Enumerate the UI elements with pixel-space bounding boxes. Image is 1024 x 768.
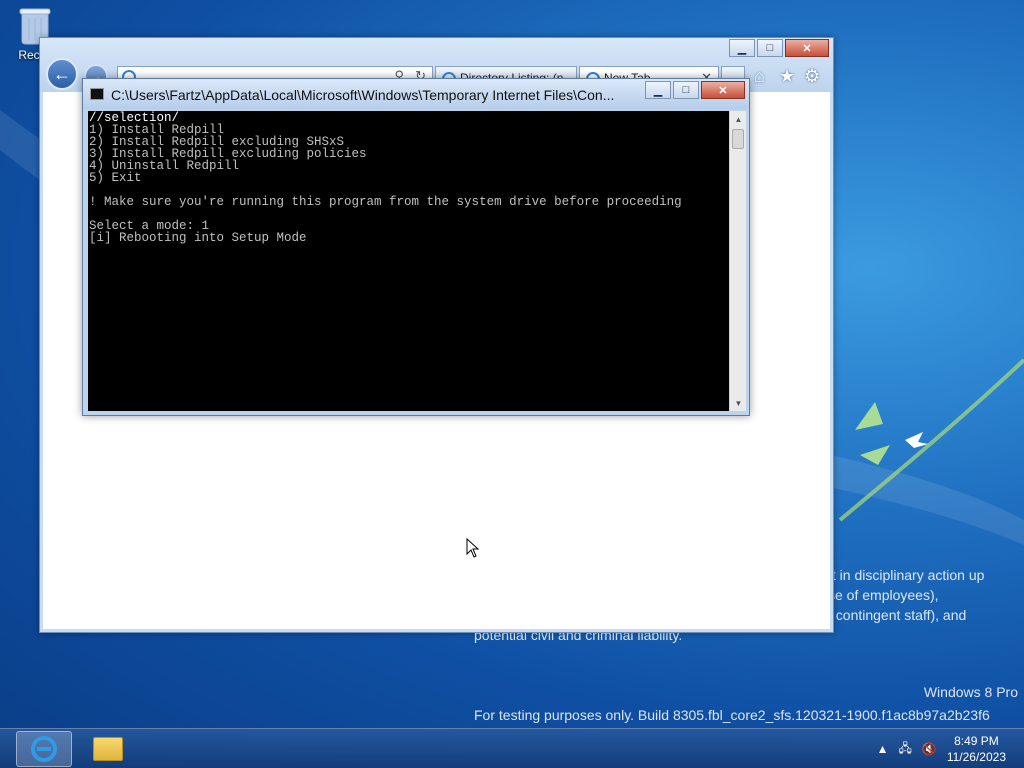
ie-caption-buttons: ▁ □ ✕ <box>729 39 829 57</box>
notice-line: It in disciplinary action up <box>828 567 985 583</box>
folder-icon <box>93 737 123 761</box>
back-button[interactable]: ← <box>46 58 78 90</box>
scroll-up-icon[interactable]: ▲ <box>730 111 747 127</box>
taskbar-explorer-button[interactable] <box>80 731 136 767</box>
build-watermark: For testing purposes only. Build 8305.fb… <box>474 707 990 723</box>
console-title: C:\Users\Fartz\AppData\Local\Microsoft\W… <box>111 87 615 103</box>
console-scrollbar[interactable]: ▲ ▼ <box>729 111 746 411</box>
ie-icon <box>31 736 57 762</box>
console-line: [i] Rebooting into Setup Mode <box>89 231 307 245</box>
mouse-cursor-icon <box>466 538 480 558</box>
favorites-icon[interactable]: ★ <box>779 66 795 87</box>
notice-line: se of employees), <box>828 587 939 603</box>
clock-date: 11/26/2023 <box>946 750 1006 764</box>
close-button[interactable]: ✕ <box>785 39 829 57</box>
maximize-button[interactable]: □ <box>757 39 783 57</box>
console-titlebar[interactable]: C:\Users\Fartz\AppData\Local\Microsoft\W… <box>83 79 749 109</box>
taskbar: ▲ 🖧 🔇 8:49 PM 11/26/2023 <box>0 728 1024 768</box>
console-line: 4) Uninstall Redpill <box>89 159 240 173</box>
bird-icon <box>855 402 928 465</box>
console-caption-buttons: ▁ □ ✕ <box>645 81 745 99</box>
clock[interactable]: 8:49 PM 11/26/2023 <box>947 733 1006 765</box>
edition-watermark: Windows 8 Pro <box>923 684 1018 700</box>
close-button[interactable]: ✕ <box>701 81 745 99</box>
minimize-button[interactable]: ▁ <box>729 39 755 57</box>
volume-muted-icon[interactable]: 🔇 <box>922 742 937 756</box>
scroll-thumb[interactable] <box>732 129 744 149</box>
scroll-down-icon[interactable]: ▼ <box>730 395 747 411</box>
clock-time: 8:49 PM <box>954 734 999 748</box>
back-arrow-icon: ← <box>53 63 71 84</box>
network-icon[interactable]: 🖧 <box>898 739 911 760</box>
show-hidden-icons-icon[interactable]: ▲ <box>877 742 889 756</box>
console-line: ! Make sure you're running this program … <box>89 195 682 209</box>
taskbar-ie-button[interactable] <box>16 731 72 767</box>
home-icon[interactable]: ⌂ <box>754 66 765 87</box>
notice-line: f contingent staff), and <box>828 607 967 623</box>
minimize-button[interactable]: ▁ <box>645 81 671 99</box>
tools-icon[interactable]: ⚙ <box>804 66 820 87</box>
system-tray: ▲ 🖧 🔇 8:49 PM 11/26/2023 <box>877 729 1024 768</box>
console-output[interactable]: //selection/1) Install Redpill 2) Install… <box>88 111 729 411</box>
console-window[interactable]: C:\Users\Fartz\AppData\Local\Microsoft\W… <box>82 78 750 416</box>
maximize-button[interactable]: □ <box>673 81 699 99</box>
console-line: 5) Exit <box>89 171 142 185</box>
console-icon <box>90 88 104 100</box>
